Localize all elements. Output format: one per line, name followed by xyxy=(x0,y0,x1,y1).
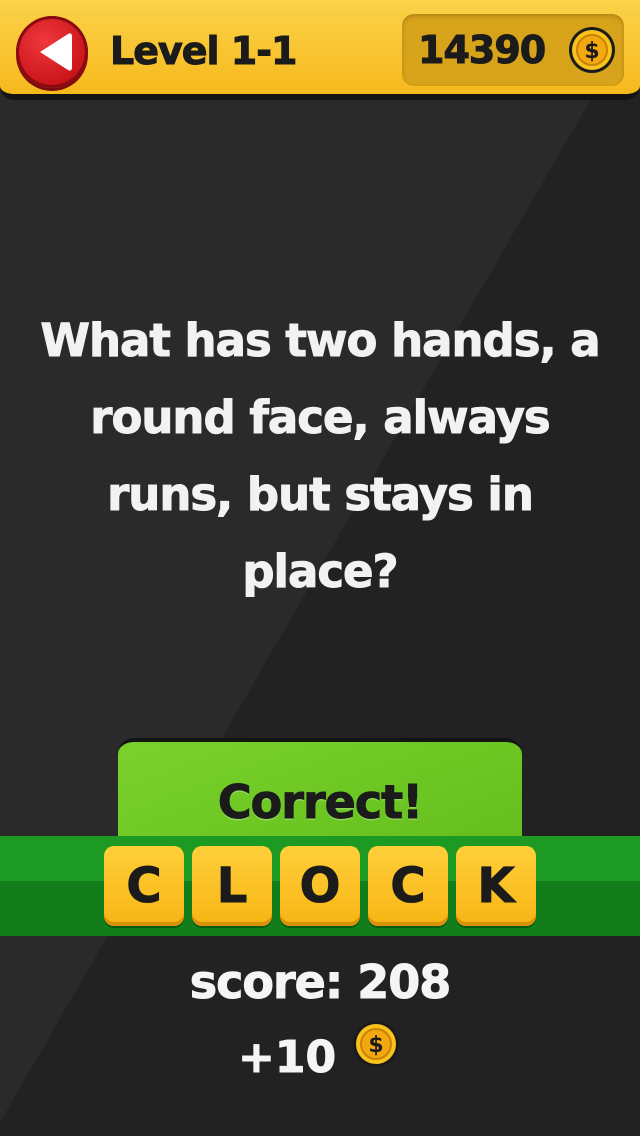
level-title: Level 1-1 xyxy=(109,29,297,74)
result-label: Correct! xyxy=(217,775,423,830)
reward-amount: +10 xyxy=(237,1032,337,1084)
answer-strip: C L O C K xyxy=(0,836,640,936)
score-label: score: 208 xyxy=(189,955,452,1010)
letter-tile[interactable]: C xyxy=(368,846,448,926)
result-panel: Correct! xyxy=(118,738,522,848)
coin-reward: +10 $ xyxy=(237,1021,408,1088)
riddle-question: What has two hands, a round face, always… xyxy=(40,314,601,599)
letter-tile[interactable]: O xyxy=(280,846,360,926)
answer-tiles: C L O C K xyxy=(104,846,536,926)
coin-symbol: $ xyxy=(584,39,599,64)
top-bar: Level 1-1 14390 $ xyxy=(0,0,640,100)
back-button[interactable] xyxy=(16,16,88,88)
coin-count: 14390 xyxy=(417,28,546,73)
coin-symbol: $ xyxy=(368,1033,383,1058)
coin-balance[interactable]: 14390 $ xyxy=(402,14,624,86)
dollar-coin-icon: $ xyxy=(353,1021,399,1067)
letter-tile[interactable]: C xyxy=(104,846,184,926)
dollar-coin-icon: $ xyxy=(569,27,615,73)
letter-tile[interactable]: L xyxy=(192,846,272,926)
letter-tile[interactable]: K xyxy=(456,846,536,926)
back-arrow-icon xyxy=(40,33,72,71)
